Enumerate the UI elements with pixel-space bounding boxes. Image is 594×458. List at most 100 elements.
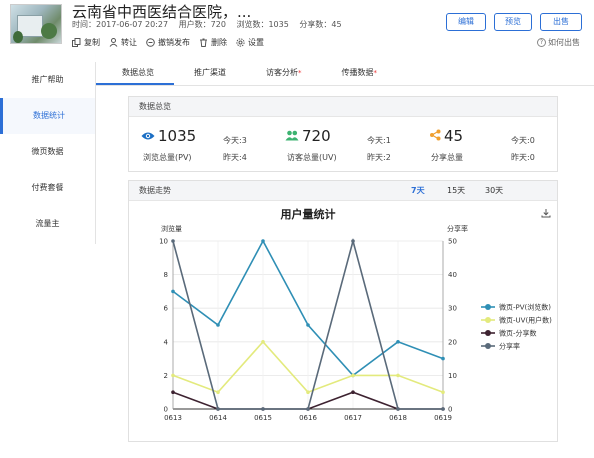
share-count: 分享数：45 <box>299 20 342 29</box>
stat-uv-value: 720 <box>302 127 331 145</box>
sidebar-item-paid-plans[interactable]: 付费套餐 <box>0 170 95 206</box>
unpublish-label: 撤销发布 <box>158 38 190 47</box>
chart-title: 用户量统计 <box>281 207 336 221</box>
data-point <box>171 373 175 378</box>
user-count: 用户数：720 <box>178 20 226 29</box>
undo-icon <box>146 38 155 47</box>
stat-uv-today: 今天:1 <box>367 136 391 145</box>
person-icon <box>109 38 118 47</box>
data-point <box>351 239 355 243</box>
y2-axis-label: 分享率 <box>447 224 468 233</box>
delete-label: 删除 <box>211 38 227 47</box>
stat-share-value-row: 45 <box>429 127 463 145</box>
data-point <box>216 390 220 394</box>
data-point <box>396 407 400 411</box>
stat-share-yesterday: 昨天:0 <box>511 153 535 162</box>
copy-action[interactable]: 复制 <box>72 37 100 48</box>
thumbnail-tree <box>41 23 57 39</box>
edit-button[interactable]: 编辑 <box>446 13 486 31</box>
copy-label: 复制 <box>84 38 100 47</box>
preview-button[interactable]: 预览 <box>494 13 532 31</box>
stat-uv-yesterday: 昨天:2 <box>367 153 391 162</box>
user-stats-chart: 用户量统计浏览量 分享率0246810010203040500613 0614 061… <box>159 207 552 422</box>
question-icon: ? <box>537 38 546 47</box>
created-time: 时间：2017-06-07 20:27 <box>72 20 169 29</box>
thumbnail-plant <box>13 31 23 43</box>
data-point <box>261 407 265 411</box>
y-tick-label: 8 <box>164 271 168 279</box>
y2-tick-label: 40 <box>448 271 457 279</box>
y-tick-label: 4 <box>164 338 169 346</box>
legend-swatch-dot <box>485 317 491 323</box>
legend-swatch-dot <box>485 343 491 349</box>
legend-swatch-dot <box>485 304 491 310</box>
settings-action[interactable]: 设置 <box>236 37 264 48</box>
tab-visitors[interactable]: 访客分析* <box>246 62 322 85</box>
legend-item-4[interactable]: 分享率 <box>481 342 520 351</box>
legend-item-3[interactable]: 微页-分享数 <box>481 329 537 338</box>
tab-visitors-label: 访客分析 <box>266 68 298 77</box>
stat-share-today: 今天:0 <box>511 136 535 145</box>
y2-tick-label: 50 <box>448 238 457 246</box>
users-icon <box>285 127 299 145</box>
transfer-action[interactable]: 转让 <box>109 37 137 48</box>
transfer-label: 转让 <box>121 38 137 47</box>
sidebar-item-statistics[interactable]: 数据统计 <box>0 98 95 134</box>
overview-card: 数据总览 1035 浏览总量(PV) 今天:3 昨天:4 720 访客总量(UV… <box>128 96 558 172</box>
x-tick-label: 0615 <box>254 414 272 422</box>
tab-overview[interactable]: 数据总览 <box>96 62 174 85</box>
x-tick-label: 0619 <box>434 414 452 422</box>
y2-tick-label: 10 <box>448 372 457 380</box>
sidebar-item-micropage-data[interactable]: 微页数据 <box>0 134 95 170</box>
trash-icon <box>199 38 208 47</box>
new-marker: * <box>298 69 302 77</box>
data-point <box>351 373 355 378</box>
legend-item-2[interactable]: 微页-UV(用户数) <box>481 316 552 325</box>
gear-icon <box>236 38 245 47</box>
stat-uv: 720 访客总量(UV) 今天:1 昨天:2 <box>277 125 417 169</box>
data-point <box>171 289 175 294</box>
settings-label: 设置 <box>248 38 264 47</box>
legend-label: 分享率 <box>499 342 520 351</box>
y2-tick-label: 30 <box>448 305 457 313</box>
tab-overview-label: 数据总览 <box>122 68 154 77</box>
page-meta: 时间：2017-06-07 20:27 用户数：720 浏览数：1035 分享数… <box>72 19 350 30</box>
legend-item-1[interactable]: 微页-PV(浏览数) <box>481 303 551 312</box>
data-point <box>441 390 445 394</box>
data-point <box>171 390 175 394</box>
data-point <box>216 323 220 327</box>
tab-channels[interactable]: 推广渠道 <box>174 62 246 85</box>
stat-pv: 1035 浏览总量(PV) 今天:3 昨天:4 <box>133 125 273 169</box>
data-point <box>216 407 220 411</box>
data-point <box>441 356 445 361</box>
tab-channels-label: 推广渠道 <box>194 68 226 77</box>
tab-spread[interactable]: 传播数据* <box>322 62 398 85</box>
x-tick-label: 0613 <box>164 414 182 422</box>
sidebar-item-promotion-help[interactable]: 推广帮助 <box>0 62 95 98</box>
view-count: 浏览数：1035 <box>236 20 289 29</box>
sale-button[interactable]: 出售 <box>540 13 582 31</box>
data-point <box>261 239 265 243</box>
overview-title: 数据总览 <box>129 97 557 117</box>
help-link[interactable]: ? 如何出售 <box>537 37 580 48</box>
sidebar-item-traffic-owner[interactable]: 流量主 <box>0 206 95 242</box>
page-actions: 复制 转让 撤销发布 删除 设置 <box>72 37 264 48</box>
stat-uv-value-row: 720 <box>285 127 331 145</box>
data-point <box>171 239 175 243</box>
y-axis-label: 浏览量 <box>161 224 182 233</box>
help-label: 如何出售 <box>548 38 580 47</box>
stat-pv-value-row: 1035 <box>141 127 196 145</box>
data-point <box>306 390 310 394</box>
tab-bar: 数据总览 推广渠道 访客分析* 传播数据* <box>96 62 594 86</box>
y-tick-label: 0 <box>164 406 168 414</box>
x-tick-label: 0614 <box>209 414 227 422</box>
stat-pv-yesterday: 昨天:4 <box>223 153 247 162</box>
y2-tick-label: 20 <box>448 338 457 346</box>
x-tick-label: 0616 <box>299 414 317 422</box>
stat-uv-label: 访客总量(UV) <box>287 153 337 162</box>
x-tick-label: 0617 <box>344 414 362 422</box>
trend-card: 数据走势 7天 15天 30天 用户量统计 浏览量 分享率 0 2 4 6 8 10 0 10 20 3… <box>128 180 558 442</box>
y2-tick-label: 0 <box>448 406 452 414</box>
unpublish-action[interactable]: 撤销发布 <box>146 37 190 48</box>
delete-action[interactable]: 删除 <box>199 37 227 48</box>
